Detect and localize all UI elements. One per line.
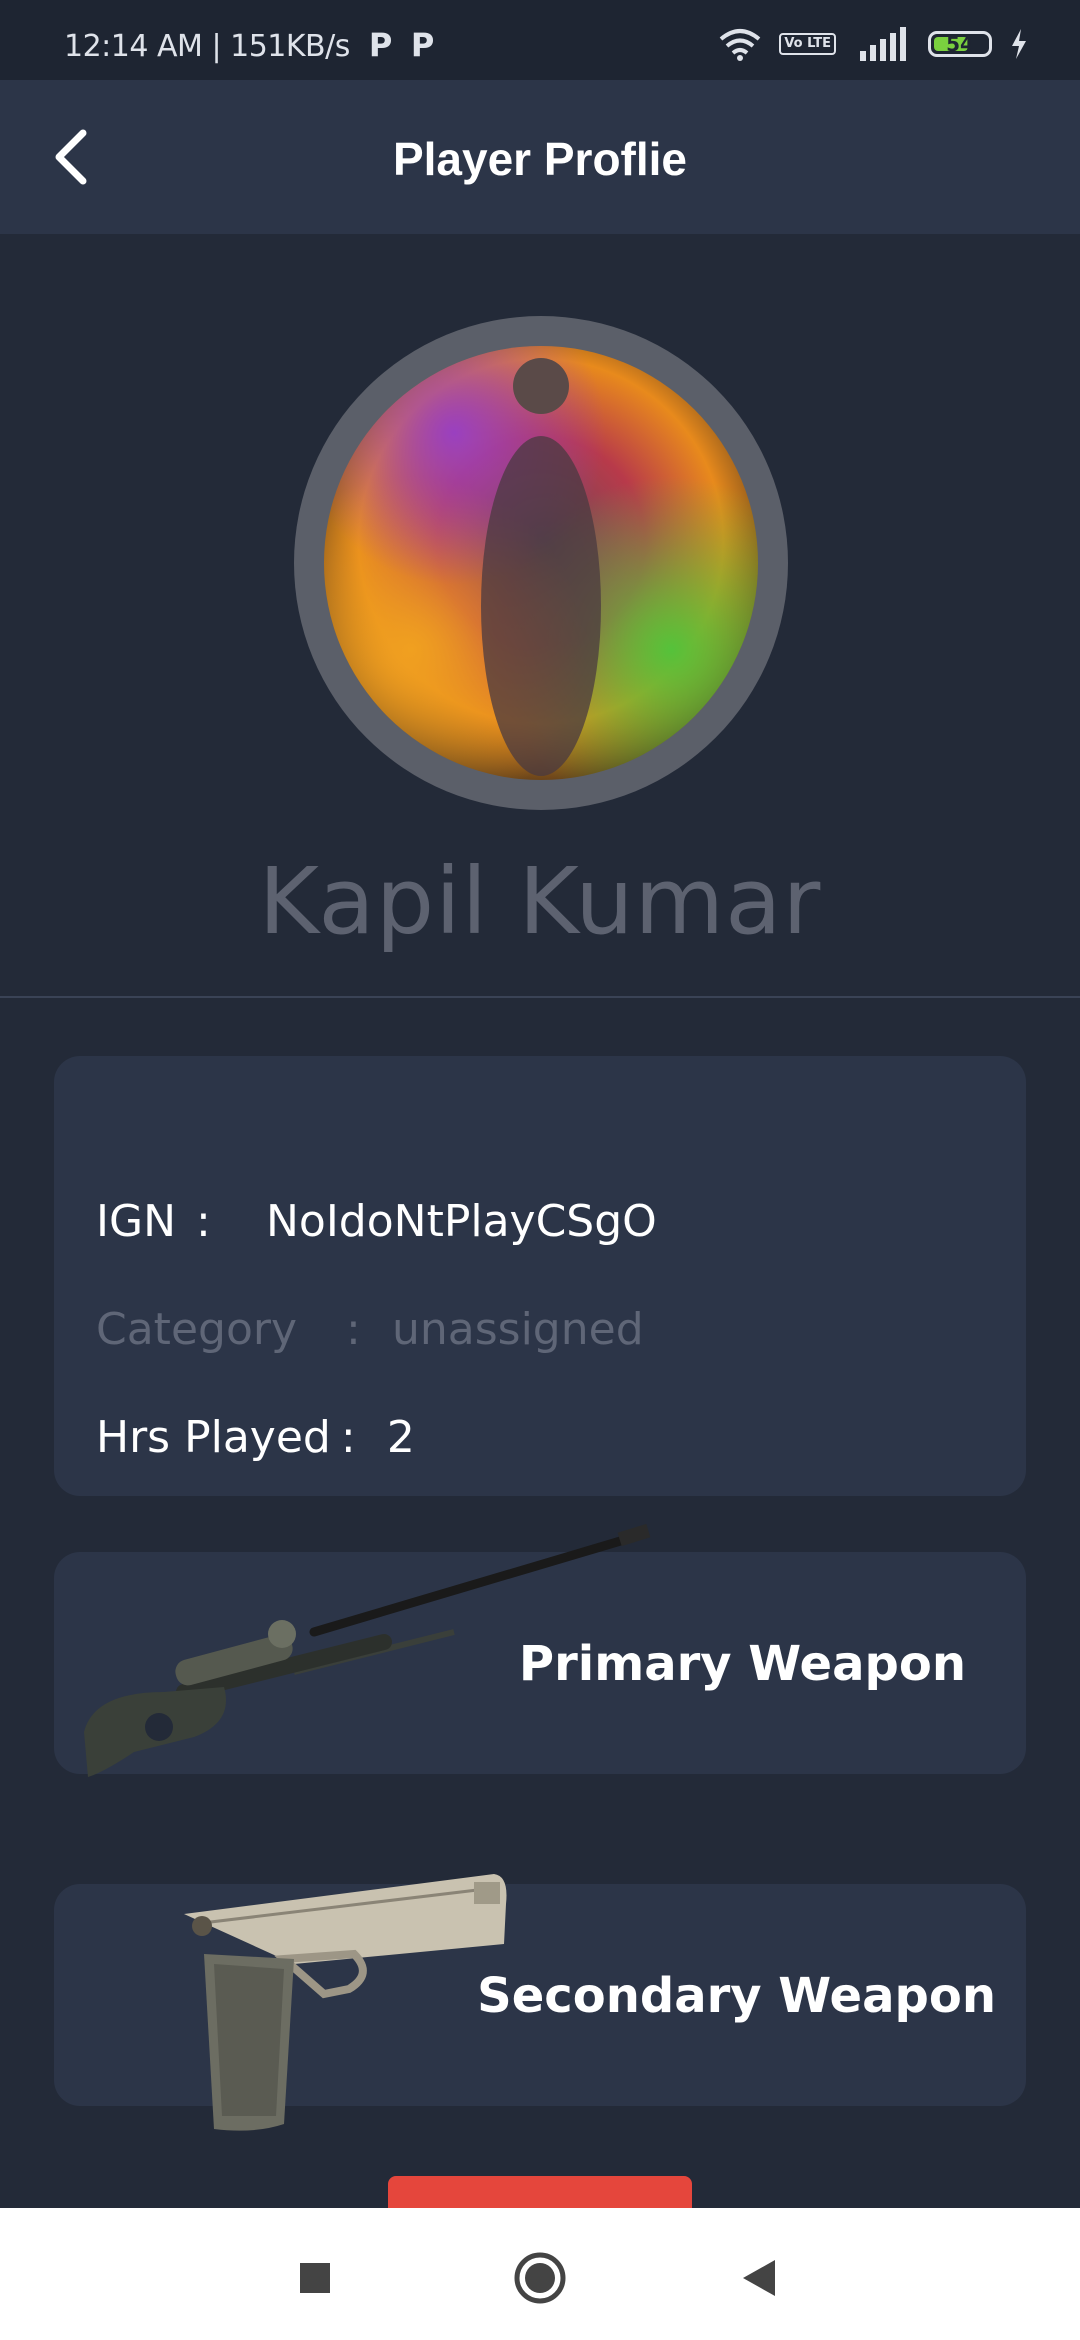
ign-value: NoIdoNtPlayCSgO: [266, 1196, 657, 1247]
network-speed: 151KB/s: [230, 29, 350, 64]
app-bar: Player Proflie: [0, 80, 1080, 234]
avatar-image: [324, 346, 758, 780]
square-icon: [300, 2263, 330, 2293]
triangle-back-icon: [743, 2260, 775, 2296]
wifi-icon: [720, 29, 761, 61]
charging-icon: [1012, 29, 1026, 59]
circle-icon: [514, 2252, 566, 2304]
ign-row: IGN : NoIdoNtPlayCSgO: [96, 1196, 657, 1247]
player-info-card: IGN : NoIdoNtPlayCSgO Category : unassig…: [54, 1056, 1026, 1496]
recents-button[interactable]: [285, 2248, 345, 2308]
primary-weapon-card[interactable]: Primary Weapon: [54, 1523, 1026, 1777]
divider: [0, 996, 1080, 998]
ign-label: IGN: [96, 1196, 176, 1247]
category-label: Category: [96, 1304, 297, 1355]
volte-badge: Vo LTE: [779, 33, 836, 55]
status-left: 12:14 AM | 151KB/s P P: [64, 26, 434, 64]
secondary-weapon-card[interactable]: Secondary Weapon: [54, 1874, 1026, 2131]
category-row: Category : unassigned: [96, 1304, 644, 1355]
category-colon: :: [346, 1304, 361, 1355]
page-title: Player Proflie: [392, 133, 688, 185]
hours-value: 2: [386, 1412, 415, 1463]
notification-p-icon: P: [368, 26, 392, 64]
hours-label: Hrs Played: [96, 1412, 331, 1463]
signal-icon: [860, 27, 906, 61]
battery-level: 54: [946, 32, 974, 56]
nav-back-button[interactable]: [730, 2248, 790, 2308]
battery-icon: 54: [928, 31, 992, 57]
hours-colon: :: [340, 1412, 356, 1463]
home-button[interactable]: [510, 2248, 570, 2308]
primary-weapon-label: Primary Weapon: [518, 1636, 966, 1692]
avatar: [294, 316, 788, 810]
status-bar: 12:14 AM | 151KB/s P P Vo LTE 54: [0, 0, 1080, 80]
status-time: 12:14 AM: [64, 29, 203, 64]
pistol-icon: [184, 1874, 507, 2131]
status-right: Vo LTE 54: [719, 24, 1028, 64]
secondary-weapon-label: Secondary Weapon: [477, 1968, 996, 2024]
category-value: unassigned: [392, 1304, 644, 1355]
player-name: Kapil Kumar: [258, 848, 822, 955]
notification-p-icon: P: [410, 26, 434, 64]
system-nav-bar: [0, 2208, 1080, 2340]
ign-colon: :: [196, 1196, 211, 1247]
hours-played-row: Hrs Played : 2: [96, 1412, 415, 1463]
